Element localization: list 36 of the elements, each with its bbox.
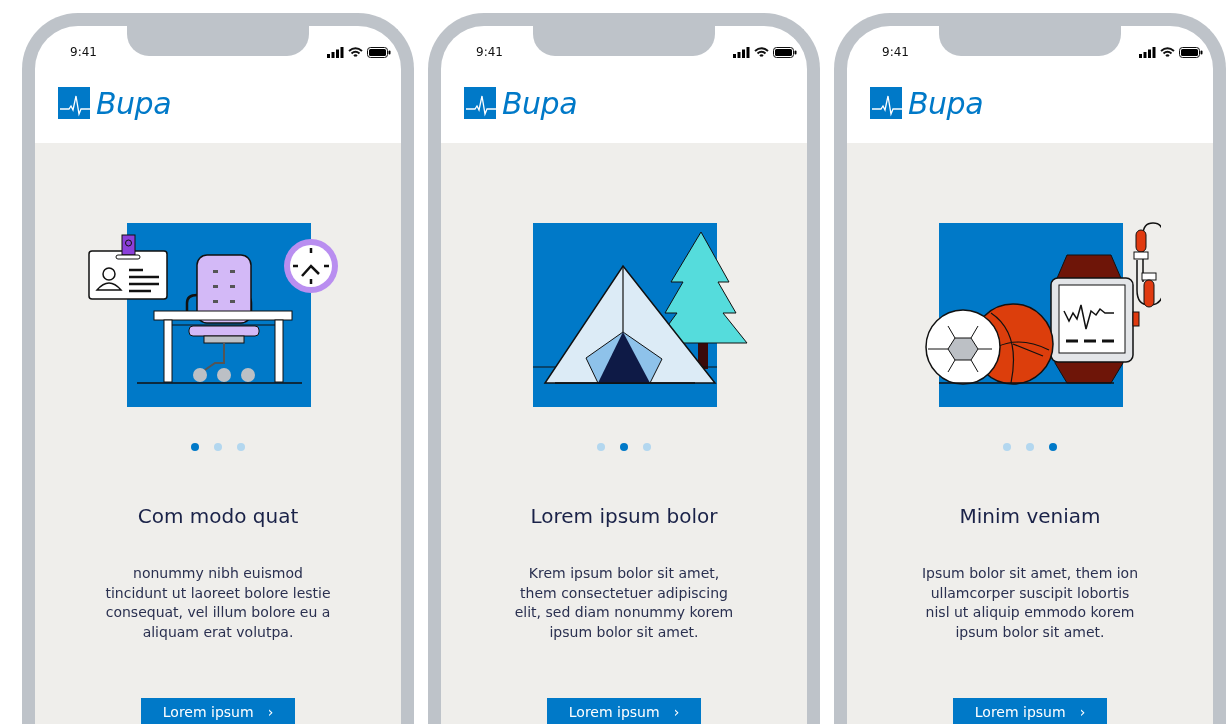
status-time: 9:41 bbox=[70, 45, 97, 59]
battery-icon bbox=[773, 46, 797, 58]
primary-button[interactable]: Lorem ipsum › bbox=[546, 698, 702, 724]
signal-icon bbox=[1139, 46, 1156, 58]
status-time: 9:41 bbox=[882, 45, 909, 59]
pagination-dot[interactable] bbox=[643, 443, 651, 451]
pagination-dot[interactable] bbox=[1026, 443, 1034, 451]
slide-title: Minim veniam bbox=[959, 504, 1101, 528]
battery-icon bbox=[367, 46, 391, 58]
wifi-icon bbox=[348, 46, 363, 58]
pagination-dot[interactable] bbox=[620, 443, 628, 451]
brand-logo-text: Bupa bbox=[502, 85, 578, 121]
pagination-dot[interactable] bbox=[237, 443, 245, 451]
heartbeat-logo-icon bbox=[58, 87, 90, 119]
heartbeat-logo-icon bbox=[870, 87, 902, 119]
slide-title: Lorem ipsum bolor bbox=[530, 504, 718, 528]
wifi-icon bbox=[1160, 46, 1175, 58]
slide-description: nonummy nibh euismod tincidunt ut laoreet bolore lestie consequat, vel illum bolore eu a aliquam erat volutpa. bbox=[105, 564, 331, 642]
signal-icon bbox=[327, 46, 344, 58]
brand-logo-text: Bupa bbox=[96, 85, 172, 121]
heartbeat-logo-icon bbox=[464, 87, 496, 119]
pagination-dot[interactable] bbox=[597, 443, 605, 451]
slide-description: Krem ipsum bolor sit amet, them consectetuer adipiscing elit, sed diam nonummy korem ipsum bolor sit amet. bbox=[513, 564, 735, 642]
wifi-icon bbox=[754, 46, 769, 58]
slide-description: Ipsum bolor sit amet, them ion ullamcorper suscipit lobortis nisl ut aliquip emmodo korem ipsum bolor sit amet. bbox=[920, 564, 1140, 642]
pagination-dot[interactable] bbox=[1049, 443, 1057, 451]
brand-logo-text: Bupa bbox=[908, 85, 984, 121]
primary-button[interactable]: Lorem ipsum › bbox=[952, 698, 1108, 724]
pagination-dot[interactable] bbox=[214, 443, 222, 451]
pagination-dot[interactable] bbox=[191, 443, 199, 451]
primary-button[interactable]: Lorem ipsum › bbox=[140, 698, 296, 724]
signal-icon bbox=[733, 46, 750, 58]
slide-title: Com modo quat bbox=[137, 504, 299, 528]
pagination-dot[interactable] bbox=[1003, 443, 1011, 451]
battery-icon bbox=[1179, 46, 1203, 58]
status-time: 9:41 bbox=[476, 45, 503, 59]
